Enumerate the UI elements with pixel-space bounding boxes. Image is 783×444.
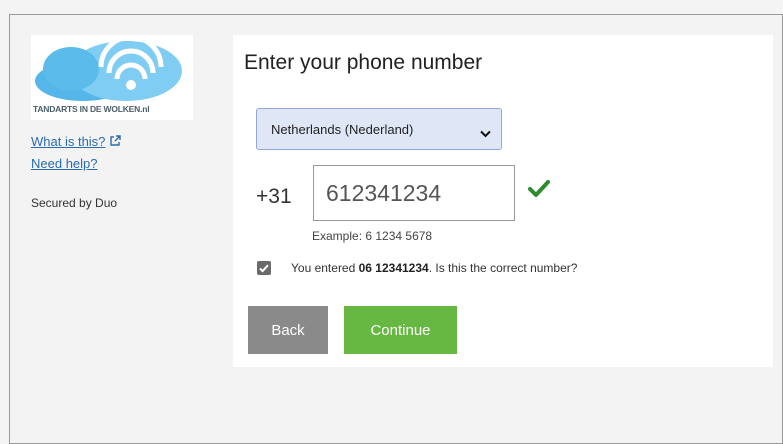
back-button[interactable]: Back [248,306,328,354]
external-link-icon [109,135,122,150]
country-select[interactable]: Netherlands (Nederland) [256,108,502,150]
phone-number-input[interactable] [313,165,515,221]
country-select-value: Netherlands (Nederland) [271,122,414,137]
page-title: Enter your phone number [244,51,483,74]
tandarts-logo: TANDARTS IN DE WOLKEN.nl [31,34,193,120]
continue-button[interactable]: Continue [344,306,457,354]
confirm-number: 06 12341234 [358,261,429,275]
logo-text: TANDARTS IN DE WOLKEN.nl [33,104,150,114]
checkmark-icon [259,264,269,273]
confirm-checkbox[interactable] [257,261,271,275]
chevron-down-icon [480,125,491,143]
what-is-this-link[interactable]: What is this? [31,134,122,150]
phone-entry-panel: Enter your phone number Netherlands (Ned… [233,35,773,367]
confirm-text-suffix: . Is this the correct number? [428,261,578,275]
what-is-this-label: What is this? [31,134,106,149]
confirm-text-prefix: You entered [291,261,359,275]
need-help-link[interactable]: Need help? [31,156,98,171]
country-code-prefix: +31 [256,185,292,208]
secured-by-duo: Secured by Duo [31,196,118,210]
example-hint: Example: 6 1234 5678 [312,229,433,243]
confirm-text: You entered 06 12341234. Is this the cor… [291,261,577,275]
cloud-wifi-logo-icon [35,34,182,101]
valid-check-icon [528,180,550,203]
